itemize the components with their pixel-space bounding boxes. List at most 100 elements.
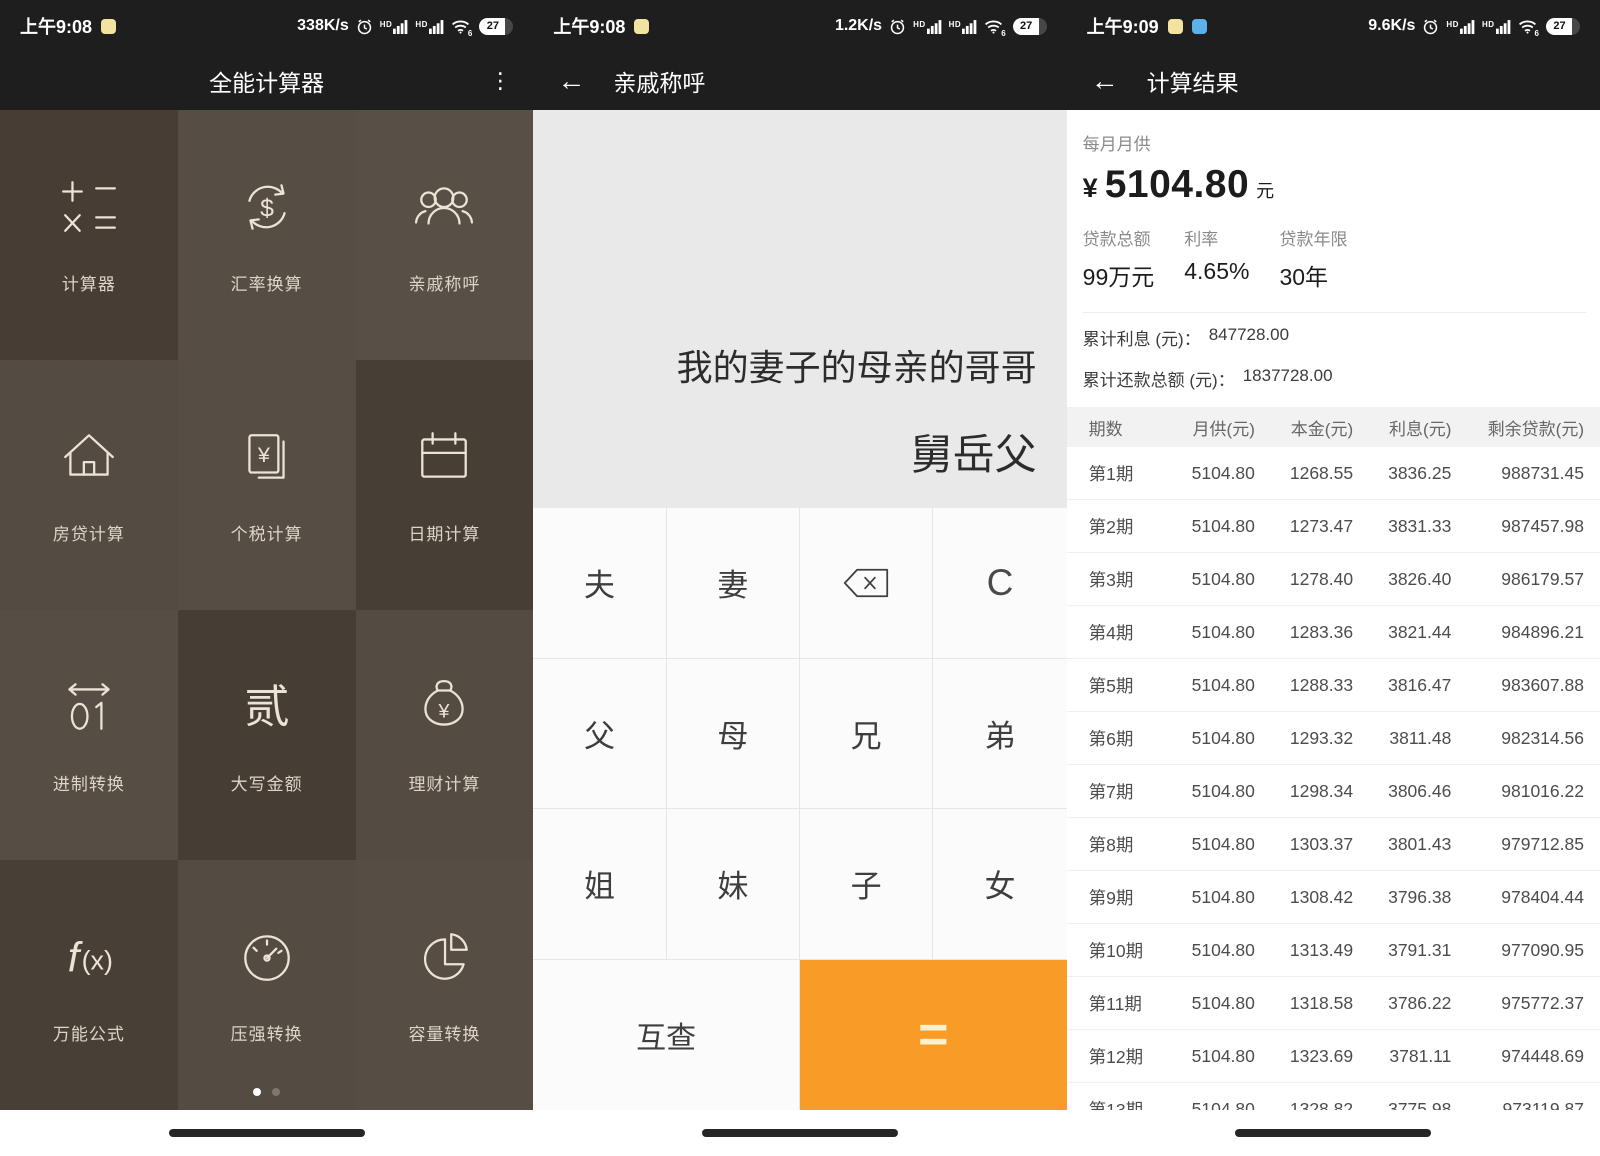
table-cell: 5104.80 — [1157, 728, 1255, 749]
key-clear[interactable]: C — [933, 508, 1066, 659]
kinship-query-text: 我的妻子的母亲的哥哥 — [677, 339, 1037, 391]
key-son[interactable]: 子 — [800, 809, 933, 960]
column-header: 期数 — [1067, 415, 1157, 440]
tile-capacity-convert[interactable]: 容量转换 — [356, 860, 534, 1110]
tile-pressure-convert[interactable]: 压强转换 — [178, 860, 356, 1110]
signal-icon: HD — [380, 19, 409, 34]
tile-label: 计算器 — [62, 270, 116, 295]
table-cell: 5104.80 — [1157, 781, 1255, 802]
alarm-icon — [356, 18, 373, 35]
table-row: 第7期5104.801298.343806.46981016.22 — [1067, 765, 1600, 818]
tile-finance-calc[interactable]: ¥ 理财计算 — [356, 610, 534, 860]
table-cell: 974448.69 — [1451, 1046, 1600, 1067]
tile-mortgage[interactable]: 房贷计算 — [0, 360, 178, 610]
rate-label: 利率 — [1184, 225, 1249, 250]
tile-label: 亲戚称呼 — [408, 270, 480, 295]
table-cell: 5104.80 — [1157, 940, 1255, 961]
table-cell: 987457.98 — [1451, 516, 1600, 537]
table-row: 第1期5104.801268.553836.25988731.45 — [1067, 447, 1600, 500]
loan-summary-row: 贷款总额 99万元 利率 4.65% 贷款年限 30年 — [1083, 225, 1586, 292]
column-header: 剩余贷款(元) — [1451, 415, 1600, 440]
result-content: 每月月供 ¥ 5104.80 元 贷款总额 99万元 利率 4.65% 贷款年限… — [1067, 110, 1600, 1110]
key-equals[interactable]: = — [800, 960, 1067, 1111]
table-cell: 975772.37 — [1451, 993, 1600, 1014]
table-cell: 第7期 — [1067, 779, 1157, 804]
tile-income-tax[interactable]: ¥ 个税计算 — [178, 360, 356, 610]
key-father[interactable]: 父 — [533, 659, 666, 810]
key-mutual-lookup[interactable]: 互查 — [533, 960, 800, 1111]
tile-relatives[interactable]: 亲戚称呼 — [356, 110, 534, 360]
page-title: 亲戚称呼 — [613, 64, 705, 98]
table-cell: 3816.47 — [1353, 675, 1451, 696]
page-title: 计算结果 — [1147, 64, 1239, 98]
formula-icon: f(x) — [58, 926, 120, 988]
table-cell: 第11期 — [1067, 991, 1157, 1016]
table-cell: 1308.42 — [1255, 887, 1353, 908]
table-cell: 5104.80 — [1157, 993, 1255, 1014]
kinship-result-text: 舅岳父 — [911, 421, 1037, 482]
title-bar: 全能计算器 ⋮ — [0, 52, 533, 110]
tile-label: 日期计算 — [408, 520, 480, 545]
overflow-menu-button[interactable]: ⋮ — [489, 70, 511, 92]
back-button[interactable]: ← — [1091, 67, 1119, 95]
battery-percent: 27 — [1020, 20, 1032, 32]
tile-date-calc[interactable]: 日期计算 — [356, 360, 534, 610]
tile-label: 容量转换 — [408, 1020, 480, 1045]
table-cell: 3806.46 — [1353, 781, 1451, 802]
table-cell: 第9期 — [1067, 885, 1157, 910]
key-mother[interactable]: 母 — [667, 659, 800, 810]
finance-calc-icon: ¥ — [413, 676, 475, 738]
table-cell: 5104.80 — [1157, 834, 1255, 855]
key-wife[interactable]: 妻 — [667, 508, 800, 659]
status-time: 上午9:08 — [20, 13, 92, 39]
title-bar: ← 计算结果 — [1067, 52, 1600, 110]
key-elder-brother[interactable]: 兄 — [800, 659, 933, 810]
table-cell: 3801.43 — [1353, 834, 1451, 855]
table-cell: 978404.44 — [1451, 887, 1600, 908]
home-indicator[interactable] — [1235, 1129, 1431, 1137]
table-cell: 979712.85 — [1451, 834, 1600, 855]
calculator-icon — [58, 176, 120, 238]
tile-currency-exchange[interactable]: $ 汇率换算 — [178, 110, 356, 360]
term-label: 贷款年限 — [1279, 225, 1347, 250]
table-cell: 986179.57 — [1451, 569, 1600, 590]
monthly-payment-value: 5104.80 — [1105, 163, 1249, 207]
tile-calculator[interactable]: 计算器 — [0, 110, 178, 360]
home-indicator[interactable] — [169, 1129, 365, 1137]
table-cell: 983607.88 — [1451, 675, 1600, 696]
table-cell: 3831.33 — [1353, 516, 1451, 537]
table-cell: 988731.45 — [1451, 463, 1600, 484]
key-younger-brother[interactable]: 弟 — [933, 659, 1066, 810]
table-cell: 第1期 — [1067, 461, 1157, 486]
tile-formula[interactable]: f(x) 万能公式 — [0, 860, 178, 1110]
cumulative-interest-label: 累计利息 (元)： — [1083, 325, 1201, 350]
capacity-convert-icon — [413, 926, 475, 988]
back-button[interactable]: ← — [557, 67, 585, 95]
column-header: 月供(元) — [1157, 415, 1255, 440]
table-cell: 977090.95 — [1451, 940, 1600, 961]
status-time: 上午9:08 — [553, 13, 625, 39]
signal-icon: HD — [1482, 19, 1511, 34]
status-time: 上午9:09 — [1087, 13, 1159, 39]
table-row: 第3期5104.801278.403826.40986179.57 — [1067, 553, 1600, 606]
key-elder-sister[interactable]: 姐 — [533, 809, 666, 960]
svg-text:¥: ¥ — [257, 442, 271, 467]
key-daughter[interactable]: 女 — [933, 809, 1066, 960]
page-dot — [272, 1088, 280, 1096]
tile-radix-convert[interactable]: 进制转换 — [0, 610, 178, 860]
page-title: 全能计算器 — [209, 64, 324, 98]
tile-label: 压强转换 — [231, 1020, 303, 1045]
home-indicator[interactable] — [702, 1129, 898, 1137]
status-net-speed: 9.6K/s — [1368, 17, 1415, 35]
key-husband[interactable]: 夫 — [533, 508, 666, 659]
tile-label: 理财计算 — [408, 770, 480, 795]
table-cell: 982314.56 — [1451, 728, 1600, 749]
key-younger-sister[interactable]: 妹 — [667, 809, 800, 960]
monthly-payment-amount: ¥ 5104.80 元 — [1083, 163, 1586, 207]
table-cell: 1318.58 — [1255, 993, 1353, 1014]
table-cell: 1328.82 — [1255, 1099, 1353, 1111]
table-cell: 第6期 — [1067, 726, 1157, 751]
wifi-icon: 6 — [984, 19, 1005, 34]
tile-uppercase-amount[interactable]: 贰 大写金额 — [178, 610, 356, 860]
key-backspace[interactable] — [800, 508, 933, 659]
